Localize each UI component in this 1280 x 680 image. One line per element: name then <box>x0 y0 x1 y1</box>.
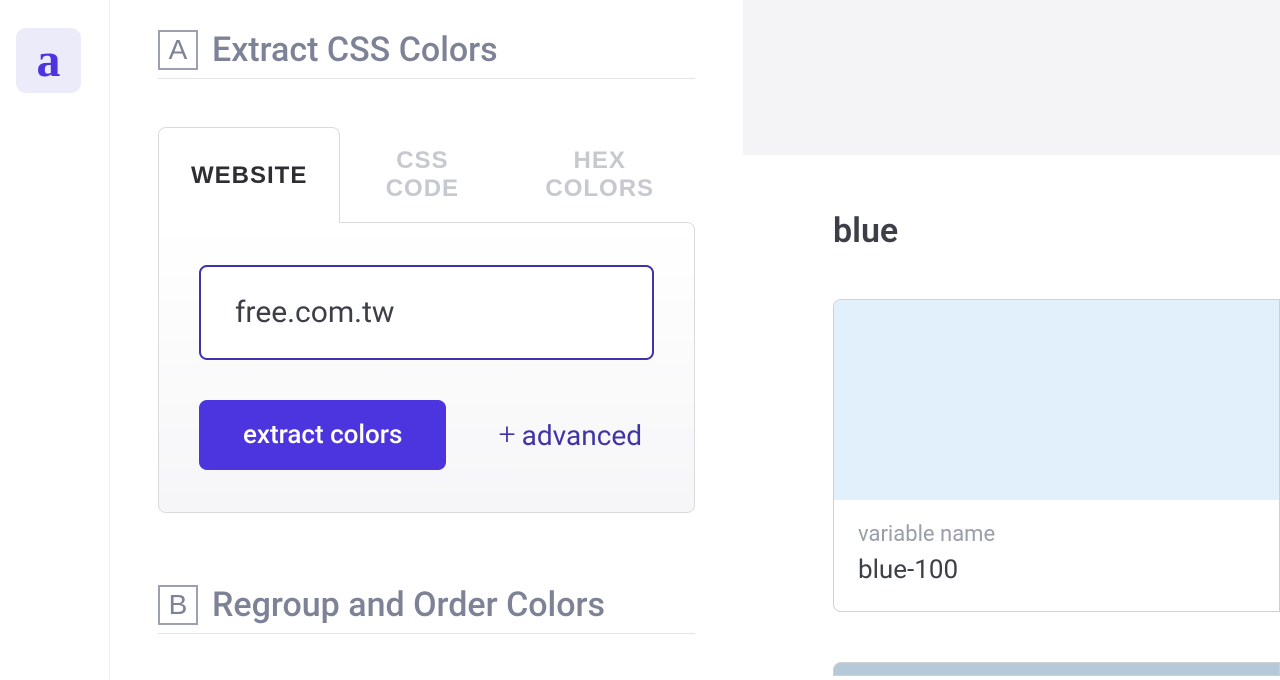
advanced-label: advanced <box>522 419 642 452</box>
next-swatch-peek[interactable] <box>833 662 1280 676</box>
section-b-header: B Regroup and Order Colors <box>158 585 695 634</box>
website-url-input[interactable] <box>199 265 654 360</box>
variable-name-value: blue-100 <box>858 555 1255 585</box>
tab-css-code[interactable]: CSS CODE <box>340 127 504 223</box>
app-logo[interactable]: a <box>16 28 81 93</box>
step-badge-a: A <box>158 30 198 70</box>
right-panel-header-area <box>743 0 1280 155</box>
advanced-toggle[interactable]: + advanced <box>499 419 642 452</box>
main-content: A Extract CSS Colors WEBSITE CSS CODE HE… <box>110 0 743 680</box>
left-sidebar: a <box>0 0 110 680</box>
color-swatch-card[interactable]: variable name blue-100 <box>833 299 1280 612</box>
website-tab-panel: extract colors + advanced <box>158 222 695 513</box>
color-detail-panel: blue variable name blue-100 <box>743 155 1280 680</box>
extract-colors-button[interactable]: extract colors <box>199 400 446 470</box>
color-swatch-preview <box>834 300 1279 500</box>
variable-name-label: variable name <box>858 522 1255 547</box>
plus-icon: + <box>499 420 516 450</box>
source-tabs: WEBSITE CSS CODE HEX COLORS <box>158 127 695 223</box>
right-panel: blue variable name blue-100 <box>743 0 1280 680</box>
section-a-header: A Extract CSS Colors <box>158 30 695 79</box>
tab-website[interactable]: WEBSITE <box>158 127 340 223</box>
section-a-title: Extract CSS Colors <box>212 30 498 70</box>
step-badge-b: B <box>158 585 198 625</box>
logo-letter: a <box>37 37 61 85</box>
tab-hex-colors[interactable]: HEX COLORS <box>504 127 695 223</box>
section-b-title: Regroup and Order Colors <box>212 585 605 625</box>
actions-row: extract colors + advanced <box>199 400 654 470</box>
color-group-title: blue <box>833 211 1280 251</box>
swatch-meta: variable name blue-100 <box>834 500 1279 611</box>
